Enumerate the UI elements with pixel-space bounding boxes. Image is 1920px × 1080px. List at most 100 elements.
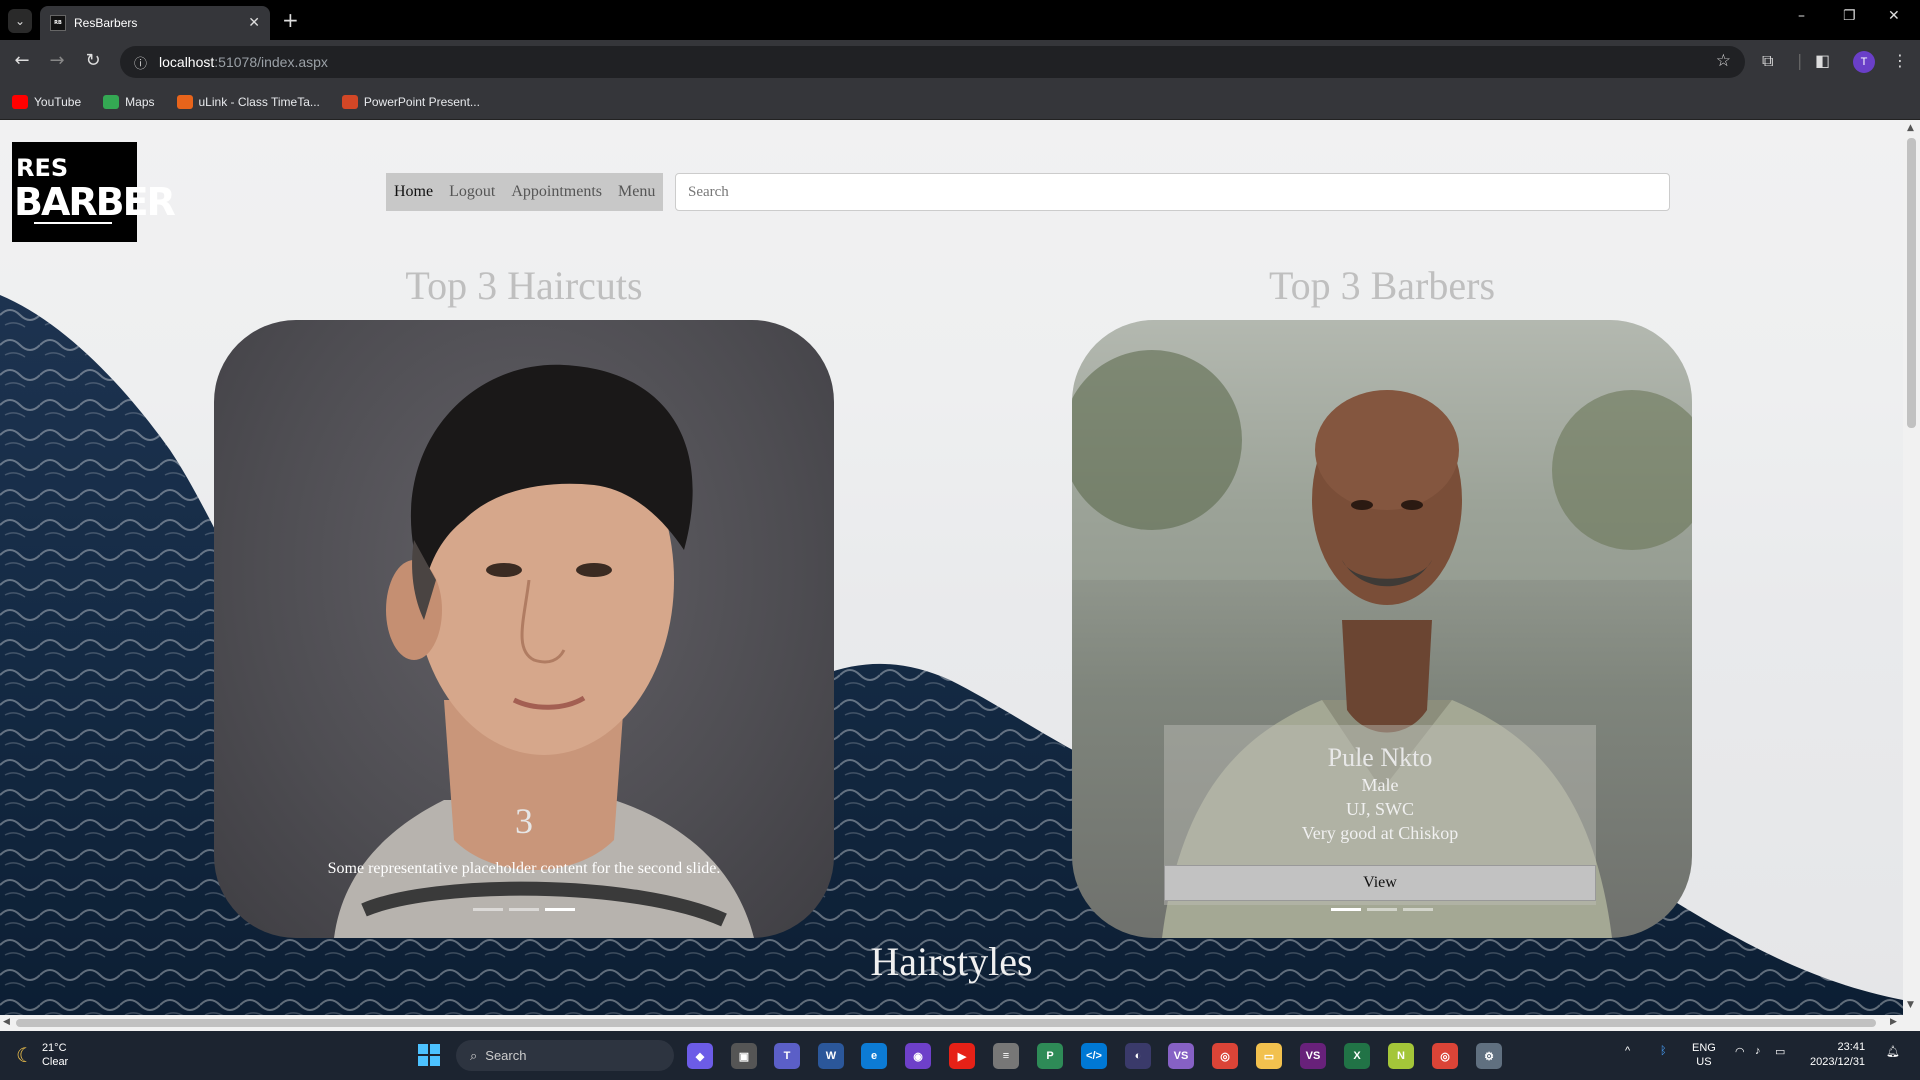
forward-icon[interactable]: → — [45, 50, 69, 71]
bookmark-favicon-icon — [12, 94, 28, 109]
barber-indicators — [1072, 908, 1692, 911]
vertical-scrollbar[interactable]: ▲ ▼ — [1903, 120, 1920, 1015]
back-icon[interactable]: ← — [10, 50, 34, 71]
visual-studio-icon[interactable]: VS — [1168, 1043, 1194, 1069]
res-barber-logo[interactable]: RES BARBER — [12, 142, 176, 242]
restore-icon[interactable]: ❐ — [1843, 8, 1856, 24]
bookmark-star-icon[interactable]: ☆ — [1716, 51, 1731, 71]
carousel-indicator[interactable] — [473, 908, 503, 911]
horizontal-scroll-thumb[interactable] — [16, 1019, 1876, 1027]
word-icon[interactable]: W — [818, 1043, 844, 1069]
scroll-right-icon[interactable]: ▶ — [1890, 1017, 1897, 1027]
side-panel-icon[interactable]: ◧ — [1815, 51, 1830, 70]
bookmark-item[interactable]: YouTube — [12, 94, 82, 109]
tab-strip: ⌄ RB ResBarbers ✕ + – ❐ ✕ — [0, 0, 1920, 40]
nav-home[interactable]: Home — [394, 183, 433, 201]
pycharm-icon[interactable]: P — [1037, 1043, 1063, 1069]
barbers-carousel[interactable]: Pule Nkto Male UJ, SWC Very good at Chis… — [1072, 320, 1692, 938]
nav-menu[interactable]: Menu — [618, 183, 655, 201]
bookmark-label: Maps — [125, 94, 155, 109]
windows-start-icon[interactable] — [418, 1044, 440, 1066]
carousel-indicator[interactable] — [509, 908, 539, 911]
more-menu-icon[interactable]: ⋮ — [1892, 51, 1908, 70]
scroll-down-icon[interactable]: ▼ — [1907, 1000, 1914, 1010]
windows-taskbar: ☾ 21°C Clear ⌕ Search ◆ ▣ T W e ◉ ▶ ≡ P … — [0, 1031, 1920, 1080]
tab-search-icon[interactable]: ⌄ — [8, 9, 32, 33]
chrome-icon[interactable]: ◎ — [1212, 1043, 1238, 1069]
battery-icon[interactable]: ▭ — [1775, 1045, 1785, 1058]
bookmarks-bar: YouTube Maps uLink - Class TimeTa... PowerP… — [0, 84, 1920, 120]
haircut-indicators — [214, 908, 834, 911]
notifications-bell-icon[interactable]: 🔔︎ — [1886, 1045, 1900, 1058]
carousel-indicator[interactable] — [1403, 908, 1433, 911]
weather-widget[interactable]: ☾ 21°C Clear — [16, 1041, 68, 1069]
language-indicator[interactable]: ENG US — [1692, 1041, 1716, 1069]
chrome-active-icon[interactable]: ◎ — [1432, 1043, 1458, 1069]
page-viewport: RES BARBER Home Logout Appointments Menu… — [0, 120, 1903, 1015]
tab-close-icon[interactable]: ✕ — [248, 15, 260, 31]
vertical-scroll-thumb[interactable] — [1907, 138, 1916, 428]
bookmark-favicon-icon — [103, 94, 120, 109]
scroll-up-icon[interactable]: ▲ — [1907, 123, 1914, 133]
horizontal-scrollbar[interactable]: ◀ ▶ — [0, 1015, 1920, 1031]
new-tab-icon[interactable]: + — [282, 8, 299, 32]
nav-logout[interactable]: Logout — [449, 183, 495, 201]
carousel-indicator-active[interactable] — [1331, 908, 1361, 911]
weather-condition: Clear — [41, 1056, 69, 1068]
file-explorer-icon[interactable]: ▭ — [1256, 1043, 1282, 1069]
visual-studio-2-icon[interactable]: VS — [1300, 1043, 1326, 1069]
volume-icon[interactable]: ♪ — [1755, 1045, 1761, 1057]
bookmark-item[interactable]: uLink - Class TimeTa... — [176, 94, 320, 109]
scroll-left-icon[interactable]: ◀ — [3, 1017, 10, 1027]
hidden-icons-chevron-icon[interactable]: ^ — [1625, 1045, 1630, 1057]
carousel-indicator-active[interactable] — [545, 908, 575, 911]
eclipse-icon[interactable]: ◐ — [1125, 1043, 1151, 1069]
bookmark-label: YouTube — [34, 94, 82, 109]
barber-caption: Pule Nkto Male UJ, SWC Very good at Chis… — [1164, 725, 1596, 905]
bluetooth-icon[interactable]: ᛒ — [1660, 1045, 1667, 1057]
haircuts-carousel[interactable]: 3 Some representative placeholder conten… — [214, 320, 834, 938]
bookmark-item[interactable]: PowerPoint Present... — [341, 94, 480, 109]
bookmark-favicon-icon — [341, 94, 358, 109]
bookmark-item[interactable]: Maps — [103, 94, 155, 109]
notepad-plus-icon[interactable]: N — [1388, 1043, 1414, 1069]
view-barber-button[interactable]: View — [1164, 865, 1596, 901]
wifi-icon[interactable]: ◠ — [1735, 1045, 1745, 1058]
window-close-icon[interactable]: ✕ — [1888, 8, 1900, 24]
barber-name: Pule Nkto — [1327, 743, 1433, 772]
top-haircuts-title: Top 3 Haircuts — [405, 263, 643, 308]
copilot-icon[interactable]: ◆ — [687, 1043, 713, 1069]
top-barbers-title: Top 3 Barbers — [1268, 263, 1496, 308]
divider: | — [1797, 51, 1803, 70]
taskbar-search[interactable]: ⌕ Search — [456, 1040, 674, 1071]
address-bar[interactable]: ⓘ localhost :51078/index.aspx ☆ — [120, 46, 1745, 78]
vscode-icon[interactable]: </> — [1081, 1043, 1107, 1069]
youtube-music-icon[interactable]: ▶ — [949, 1043, 975, 1069]
carousel-indicator[interactable] — [1367, 908, 1397, 911]
clock-time: 23:41 — [1837, 1041, 1866, 1053]
bookmark-label: uLink - Class TimeTa... — [198, 94, 320, 109]
extensions-icon[interactable]: ⧉ — [1762, 51, 1773, 71]
bookmark-favicon-icon — [176, 94, 193, 109]
site-info-icon[interactable]: ⓘ — [134, 53, 147, 72]
minimize-icon[interactable]: – — [1798, 8, 1805, 24]
teams-icon[interactable]: T — [774, 1043, 800, 1069]
task-view-icon[interactable]: ▣ — [731, 1043, 757, 1069]
excel-icon[interactable]: X — [1344, 1043, 1370, 1069]
slide-caption: Some representative placeholder content … — [327, 860, 721, 877]
search-input[interactable] — [675, 173, 1670, 211]
site-favicon-icon: RB — [50, 15, 66, 31]
edge-icon[interactable]: e — [861, 1043, 887, 1069]
reload-icon[interactable]: ↻ — [81, 50, 105, 71]
nav-appointments[interactable]: Appointments — [511, 183, 602, 201]
github-desktop-icon[interactable]: ◉ — [905, 1043, 931, 1069]
taskbar-clock[interactable]: 23:41 2023/12/31 — [1810, 1040, 1865, 1070]
database-icon[interactable]: ≡ — [993, 1043, 1019, 1069]
bookmark-label: PowerPoint Present... — [363, 94, 480, 109]
barber-skill: Very good at Chiskop — [1301, 823, 1459, 843]
settings-icon[interactable]: ⚙ — [1476, 1043, 1502, 1069]
main-nav: Home Logout Appointments Menu — [386, 173, 664, 211]
barber-location: UJ, SWC — [1345, 799, 1414, 819]
browser-tab[interactable]: RB ResBarbers ✕ — [40, 6, 270, 40]
profile-avatar[interactable]: T — [1853, 51, 1875, 73]
